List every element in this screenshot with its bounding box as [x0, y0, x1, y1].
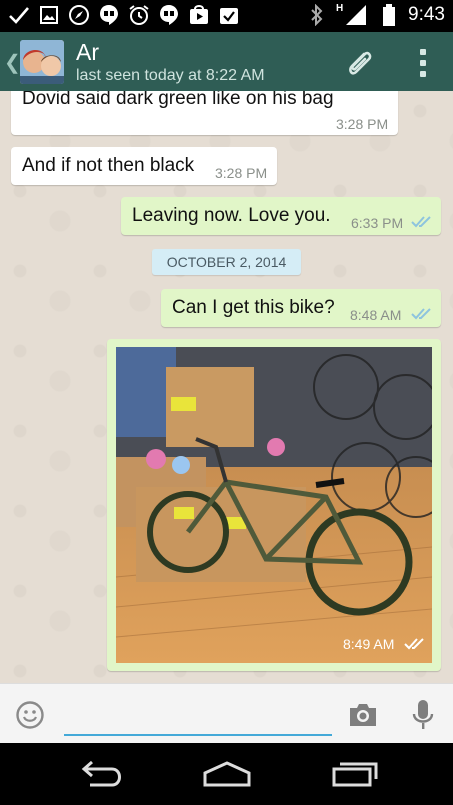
message-bubble[interactable]: And if not then black 3:28 PM [11, 147, 277, 185]
system-navigation-bar [0, 743, 453, 805]
image-icon [38, 4, 60, 26]
clock: 9:43 [408, 4, 445, 25]
microphone-icon [412, 700, 434, 729]
date-divider-label: OCTOBER 2, 2014 [166, 254, 287, 270]
smiley-icon [16, 701, 44, 729]
alarm-icon [128, 4, 150, 26]
hangouts-icon [98, 4, 120, 26]
compass-icon [68, 4, 90, 26]
contact-name[interactable]: Ar [76, 39, 99, 66]
message-time: 8:49 AM [343, 636, 395, 652]
message-time: 6:33 PM [351, 215, 404, 231]
message-text: Can I get this bike? [172, 297, 335, 318]
home-icon [203, 761, 251, 787]
message-bubble[interactable]: Leaving now. Love you. 6:33 PM [121, 197, 441, 235]
back-icon[interactable]: ❮ [4, 50, 21, 75]
play-store-icon [188, 4, 210, 26]
message-text: Leaving now. Love you. [132, 205, 331, 226]
back-button[interactable] [76, 757, 126, 791]
check-icon [8, 4, 30, 26]
emoji-button[interactable] [15, 700, 45, 730]
camera-button[interactable] [347, 701, 379, 729]
message-text: And if not then black [22, 155, 195, 176]
conversation[interactable]: Dovid said dark green like on his bag 3:… [0, 91, 453, 683]
attach-button[interactable] [342, 46, 378, 82]
message-time: 3:28 PM [336, 116, 389, 132]
message-text: Dovid said dark green like on his bag [22, 91, 334, 109]
message-bubble[interactable]: Dovid said dark green like on his bag 3:… [11, 91, 398, 135]
voice-record-button[interactable] [410, 698, 436, 732]
read-receipt-icon [404, 638, 424, 650]
home-button[interactable] [202, 757, 252, 791]
message-time: 3:28 PM [215, 165, 268, 181]
image-message[interactable]: 8:49 AM [107, 339, 441, 671]
bike-photo[interactable] [116, 347, 432, 663]
read-receipt-icon [411, 308, 431, 320]
signal-icon: H [336, 3, 370, 27]
read-receipt-icon [411, 216, 431, 228]
back-arrow-icon [81, 760, 121, 787]
recent-apps-icon [332, 762, 378, 787]
download-done-icon [218, 4, 240, 26]
date-divider: OCTOBER 2, 2014 [152, 249, 301, 275]
overflow-menu-button[interactable] [410, 46, 436, 80]
chat-header: ❮ Ar last seen today at 8:22 AM [0, 32, 453, 91]
bluetooth-icon [306, 4, 328, 26]
hangouts-icon [158, 4, 180, 26]
recent-apps-button[interactable] [330, 757, 380, 791]
composer [0, 683, 453, 744]
camera-icon [350, 704, 376, 726]
battery-icon [378, 4, 400, 26]
last-seen-status: last seen today at 8:22 AM [76, 67, 265, 84]
status-bar: H 9:43 [0, 0, 453, 32]
message-time: 8:48 AM [350, 307, 402, 323]
avatar[interactable] [20, 40, 64, 84]
paperclip-icon [349, 51, 372, 75]
message-input[interactable] [64, 696, 332, 736]
message-bubble[interactable]: Can I get this bike? 8:48 AM [161, 289, 441, 327]
